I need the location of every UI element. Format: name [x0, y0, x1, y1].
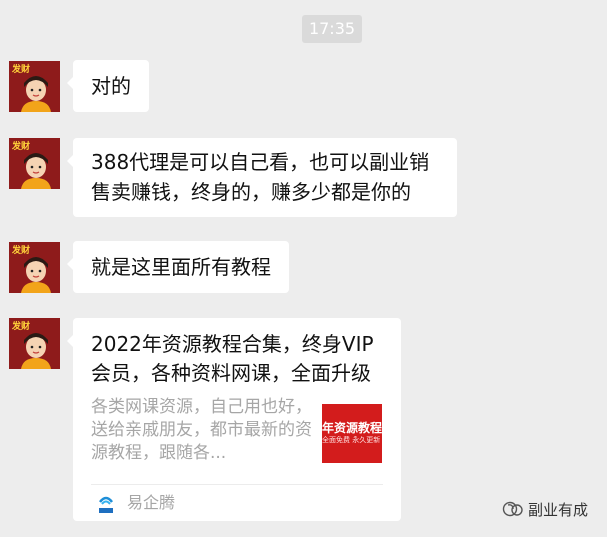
message-bubble[interactable]: 388代理是可以自己看，也可以副业销 售卖赚钱，终身的，赚多少都是你的 — [67, 138, 457, 217]
link-card-description: 各类网课资源，自己用也好，送给亲戚朋友，都市最新的资源教程，跟随各... — [91, 397, 312, 463]
message-bubble[interactable]: 对的 — [67, 60, 149, 112]
watermark-label: 副业有成 — [528, 500, 589, 519]
avatar-character-icon — [21, 257, 51, 293]
link-card-divider — [91, 484, 383, 485]
link-card-title: 2022年资源教程合集，终身VIP会员，各种资料网课，全面升级 — [91, 332, 374, 385]
avatar-character-icon — [21, 76, 51, 112]
avatar-character-icon — [21, 333, 51, 369]
sender-avatar[interactable]: 发财 — [9, 61, 60, 112]
thumbnail-title: 年资源教程 — [322, 421, 382, 435]
message-text-line: 售卖赚钱，终身的，赚多少都是你的 — [91, 180, 411, 204]
message-timestamp: 17:35 — [302, 15, 362, 43]
link-card-thumbnail: 年资源教程 全面免费 永久更新 — [322, 404, 382, 463]
link-card-source: 易企腾 — [127, 493, 176, 512]
message-bubble[interactable]: 就是这里面所有教程 — [67, 241, 289, 293]
sender-avatar[interactable]: 发财 — [9, 242, 60, 293]
sender-avatar[interactable]: 发财 — [9, 138, 60, 189]
message-text-line: 388代理是可以自己看，也可以副业销 — [91, 150, 430, 174]
source-logo-icon — [99, 496, 113, 513]
link-card[interactable]: 2022年资源教程合集，终身VIP会员，各种资料网课，全面升级 各类网课资源，自… — [67, 318, 401, 521]
sender-avatar[interactable]: 发财 — [9, 318, 60, 369]
message-text: 对的 — [91, 74, 131, 98]
message-text: 就是这里面所有教程 — [91, 255, 271, 279]
official-account-watermark: 副业有成 — [502, 498, 588, 520]
wechat-official-account-icon — [502, 501, 523, 517]
thumbnail-subtitle: 全面免费 永久更新 — [322, 436, 381, 444]
avatar-character-icon — [21, 153, 51, 189]
